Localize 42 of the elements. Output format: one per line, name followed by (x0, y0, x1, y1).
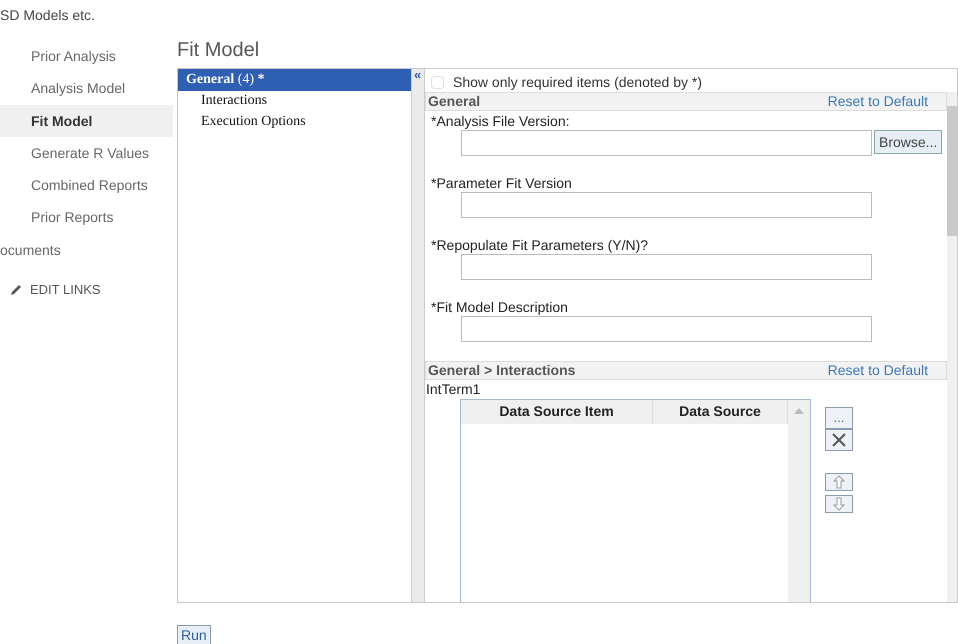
nav-link[interactable]: Fit Model (0, 104, 173, 137)
input-field[interactable] (461, 316, 872, 342)
move-down-button[interactable] (825, 495, 853, 513)
section-title: General (428, 93, 480, 110)
tree-item[interactable]: Interactions (178, 90, 411, 112)
tree-item[interactable]: Execution Options (178, 111, 411, 133)
arrow-up-icon (833, 475, 845, 489)
reset-link[interactable]: Reset to Default (828, 362, 928, 379)
field-label: *Analysis File Version: (430, 112, 571, 130)
reset-link[interactable]: Reset to Default (828, 93, 928, 110)
more-button[interactable]: ... (825, 407, 853, 429)
collapse-button[interactable]: « (414, 69, 422, 82)
scroll-up-icon[interactable] (794, 408, 804, 414)
checkbox[interactable] (431, 76, 444, 88)
browse-button[interactable]: Browse... (874, 130, 942, 154)
nav-link[interactable]: Prior Analysis (0, 40, 173, 72)
tree-item[interactable]: General (4) * (178, 69, 411, 91)
input-field[interactable] (461, 192, 872, 218)
checkbox-label: Show only required items (denoted by *) (453, 72, 702, 92)
edit-links-link[interactable]: EDIT LINKS (0, 280, 173, 300)
site-title[interactable]: SD Models etc. (0, 0, 173, 40)
input-field[interactable] (461, 130, 872, 156)
column-header[interactable]: Data Source Item (461, 400, 653, 424)
pencil-icon (10, 284, 22, 296)
group-label: IntTerm1 (425, 380, 482, 399)
move-up-button[interactable] (825, 473, 853, 491)
close-icon (832, 433, 846, 447)
field-label: *Repopulate Fit Parameters (Y/N)? (430, 236, 650, 254)
nav-link[interactable]: Generate R Values (0, 136, 173, 170)
nav-link[interactable]: Combined Reports (0, 169, 173, 202)
vertical-scrollbar[interactable] (947, 92, 957, 602)
input-field[interactable] (461, 254, 872, 280)
arrow-down-icon (833, 497, 845, 511)
delete-button[interactable] (825, 429, 853, 451)
nav-link[interactable]: ocuments (0, 234, 173, 266)
nav-link[interactable]: Analysis Model (0, 72, 173, 105)
field-label: *Parameter Fit Version (430, 174, 573, 192)
run-button[interactable]: Run (177, 625, 211, 644)
section-title: General > Interactions (428, 362, 576, 379)
nav-link[interactable]: Prior Reports (0, 201, 173, 234)
field-label: *Fit Model Description (430, 298, 569, 316)
page-title: Fit Model (177, 38, 260, 62)
